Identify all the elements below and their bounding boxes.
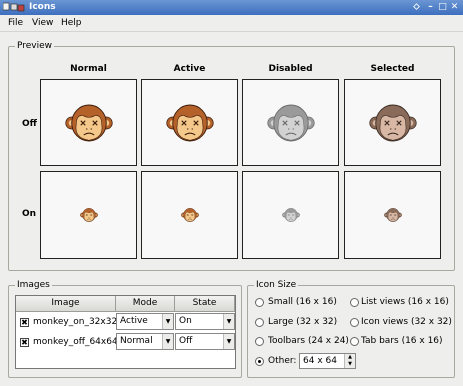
preview-cell <box>242 79 339 166</box>
images-table[interactable]: Image Mode State ✖ monkey_on_32x32 Activ… <box>15 295 236 369</box>
monkey-face-icon <box>369 104 417 142</box>
header-image[interactable]: Image <box>16 296 116 312</box>
image-name: monkey_on_32x32 <box>33 317 118 327</box>
shade-icon[interactable]: ⬦ <box>411 2 422 13</box>
chevron-down-icon[interactable]: ▼ <box>223 334 234 349</box>
monkey-face-icon <box>181 208 199 222</box>
radio-large[interactable] <box>255 318 264 327</box>
preview-title: Preview <box>15 40 55 52</box>
close-icon[interactable]: ✕ <box>449 2 460 13</box>
radio-tab-bars-label: Tab bars (16 x 16) <box>361 336 443 346</box>
monkey-face-icon <box>166 104 214 142</box>
column-selected: Selected <box>370 64 415 74</box>
spin-up-icon[interactable]: ▲ <box>344 354 355 361</box>
radio-other[interactable] <box>255 357 264 366</box>
radio-tab-bars[interactable] <box>350 337 359 346</box>
menu-file[interactable]: File <box>8 17 23 30</box>
radio-icon-views-label: Icon views (32 x 32) <box>361 317 452 327</box>
row-checkbox[interactable]: ✖ <box>20 318 29 327</box>
radio-other-label: Other: <box>268 356 297 366</box>
state-combo[interactable]: On ▼ <box>175 313 235 330</box>
radio-small-label: Small (16 x 16) <box>268 297 337 307</box>
radio-list-views[interactable] <box>350 298 359 307</box>
radio-toolbars[interactable] <box>255 337 264 346</box>
column-disabled: Disabled <box>268 64 313 74</box>
header-mode[interactable]: Mode <box>116 296 175 312</box>
minimize-icon[interactable]: – <box>425 2 436 13</box>
state-value: On <box>179 316 192 326</box>
other-size-spinbox[interactable]: 64 x 64 ▲ ▼ <box>299 353 356 369</box>
radio-icon-views[interactable] <box>350 318 359 327</box>
other-size-value: 64 x 64 <box>303 356 337 366</box>
column-normal: Normal <box>70 64 107 74</box>
preview-cell <box>242 171 339 259</box>
preview-cell <box>344 171 441 259</box>
radio-list-views-label: List views (16 x 16) <box>361 297 449 307</box>
monkey-face-icon <box>267 104 315 142</box>
radio-large-label: Large (32 x 32) <box>268 317 338 327</box>
column-active: Active <box>173 64 206 74</box>
chevron-down-icon[interactable]: ▼ <box>162 314 173 329</box>
monkey-face-icon <box>65 104 113 142</box>
monkey-face-icon <box>282 208 300 222</box>
icon-size-title: Icon Size <box>254 279 299 291</box>
state-value: Off <box>179 336 193 346</box>
row-on: On <box>22 209 37 219</box>
radio-small[interactable] <box>255 298 264 307</box>
mode-combo[interactable]: Active ▼ <box>116 313 174 330</box>
preview-cell <box>40 171 137 259</box>
preview-cell <box>141 79 238 166</box>
maximize-icon[interactable]: □ <box>437 2 448 13</box>
title-bar[interactable]: Icons ⬦ – □ ✕ <box>0 0 463 15</box>
app-icon <box>3 2 25 12</box>
monkey-face-icon <box>80 208 98 222</box>
header-state[interactable]: State <box>175 296 235 312</box>
mode-combo[interactable]: Normal ▼ <box>116 333 174 350</box>
menu-bar: File View Help <box>0 15 463 32</box>
preview-cell <box>40 79 137 166</box>
preview-cell <box>141 171 238 259</box>
row-checkbox[interactable]: ✖ <box>20 338 29 347</box>
monkey-face-icon <box>384 208 402 222</box>
window-title: Icons <box>29 2 56 12</box>
mode-value: Active <box>120 316 148 326</box>
radio-toolbars-label: Toolbars (24 x 24) <box>268 336 349 346</box>
images-title: Images <box>15 279 52 291</box>
state-combo[interactable]: Off ▼ <box>175 333 235 350</box>
chevron-down-icon[interactable]: ▼ <box>223 314 234 329</box>
menu-view[interactable]: View <box>32 17 53 30</box>
mode-value: Normal <box>120 336 153 346</box>
row-off: Off <box>22 119 37 129</box>
image-name: monkey_off_64x64 <box>33 337 118 347</box>
chevron-down-icon[interactable]: ▼ <box>162 334 173 349</box>
menu-help[interactable]: Help <box>61 17 82 30</box>
spin-down-icon[interactable]: ▼ <box>344 361 355 368</box>
preview-cell <box>344 79 441 166</box>
